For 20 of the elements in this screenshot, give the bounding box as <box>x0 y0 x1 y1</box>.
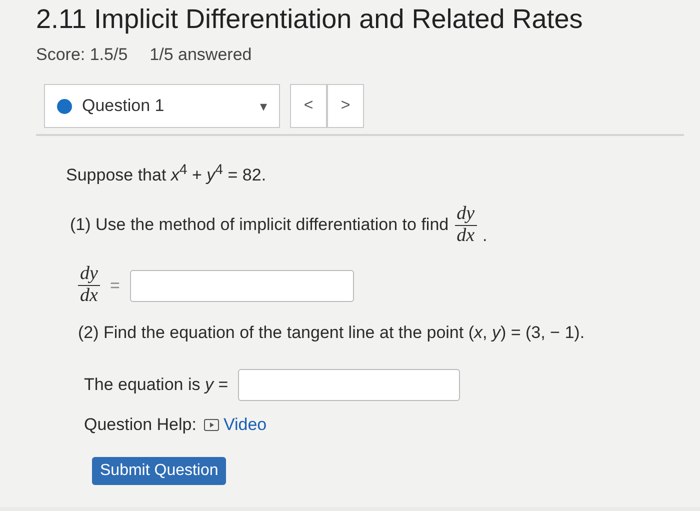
equation-label: The equation is y = <box>84 375 228 396</box>
score-text: Score: 1.5/5 <box>36 45 128 65</box>
page-title: 2.11 Implicit Differentiation and Related Rates <box>36 4 584 35</box>
equals-sign: = <box>110 276 120 296</box>
answer-field[interactable] <box>130 270 354 302</box>
part-one-text: (1) Use the method of implicit differentiation to find <box>70 215 449 236</box>
period-text: . <box>482 226 488 246</box>
question-dropdown[interactable]: Question 1 ▾ <box>44 84 280 128</box>
next-button[interactable]: > <box>327 84 364 128</box>
video-link[interactable]: Video <box>204 415 267 436</box>
previous-button[interactable]: < <box>290 84 327 128</box>
derivative-fraction: dy dx <box>454 204 477 246</box>
answer-field[interactable] <box>238 369 460 402</box>
problem-statement: Suppose that x$^{4}$ + y$^{4}$ = 82. <box>66 162 268 186</box>
submit-button[interactable]: Submit Question <box>92 457 226 486</box>
derivative-fraction: dy dx <box>78 264 100 308</box>
play-icon <box>204 419 220 432</box>
part-two-text: (2) Find the equation of the tangent line at the point (x, y) = (3, − 1). <box>78 323 586 344</box>
question-help-label: Question Help: <box>84 415 196 436</box>
answered-count: 1/5 answered <box>150 45 252 65</box>
